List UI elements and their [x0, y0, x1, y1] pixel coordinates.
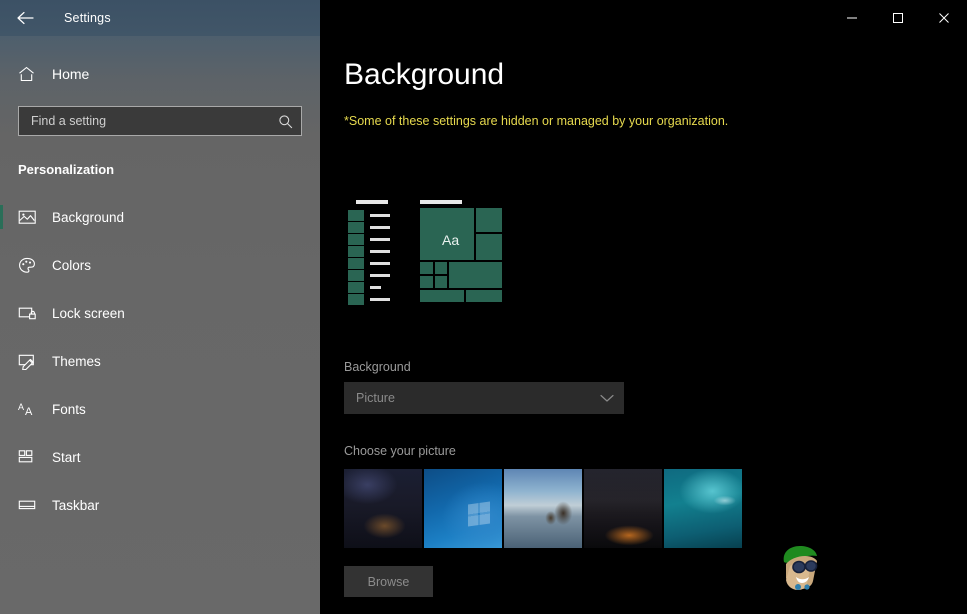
picture-thumbnail-windows-blue[interactable] [424, 469, 502, 548]
page-title: Background [344, 58, 505, 91]
sidebar-item-themes[interactable]: Themes [0, 337, 320, 385]
sidebar-nav-list: Background Colors Lock screen Themes A A… [0, 193, 320, 529]
preview-line [370, 262, 390, 265]
maximize-button[interactable] [875, 0, 921, 36]
picture-thumbnail-list [344, 469, 967, 548]
background-type-dropdown[interactable]: Picture [344, 382, 624, 414]
maximize-icon [893, 13, 903, 23]
palette-icon [18, 257, 44, 274]
picture-thumbnail-underwater-blue[interactable] [664, 469, 742, 548]
appuals-mascot-watermark [774, 542, 830, 592]
preview-start-menu [348, 194, 390, 305]
svg-text:A: A [25, 406, 33, 418]
background-field-label: Background [344, 360, 411, 374]
search-input[interactable] [31, 114, 278, 128]
preview-tile [420, 276, 433, 288]
settings-window: Settings Home Find a setting Personaliza… [0, 0, 967, 614]
preview-tile [348, 282, 364, 293]
main-content: Background *Some of these settings are h… [320, 36, 967, 614]
sidebar-home-label: Home [52, 66, 90, 82]
search-box[interactable] [18, 106, 302, 136]
preview-window-titlebar [420, 200, 462, 204]
close-button[interactable] [921, 0, 967, 36]
title-bar: Settings [0, 0, 967, 36]
lock-screen-icon [18, 305, 44, 321]
preview-tile [466, 290, 502, 302]
preview-tile-wide [449, 262, 502, 288]
preview-tile [476, 234, 502, 260]
title-bar-left: Settings [0, 0, 320, 36]
preview-window: Aa [420, 194, 520, 306]
sidebar-item-label: Start [52, 449, 81, 465]
preview-title-bar [356, 200, 388, 204]
back-button[interactable] [2, 2, 48, 34]
sidebar-item-lock-screen[interactable]: Lock screen [0, 289, 320, 337]
preview-tile [348, 258, 364, 269]
minimize-icon [847, 17, 857, 19]
preview-line [370, 286, 381, 289]
preview-line [370, 238, 390, 241]
preview-tile [435, 262, 447, 274]
picture-thumbnail-beach-sea-stack[interactable] [504, 469, 582, 548]
preview-tile [348, 246, 364, 257]
sidebar: Home Personalization [0, 0, 320, 614]
chevron-down-icon [600, 394, 614, 403]
sidebar-item-taskbar[interactable]: Taskbar [0, 481, 320, 529]
preview-tile [420, 262, 433, 274]
browse-button[interactable]: Browse [344, 566, 433, 597]
sidebar-item-fonts[interactable]: A A Fonts [0, 385, 320, 433]
sidebar-item-colors[interactable]: Colors [0, 241, 320, 289]
preview-line [370, 298, 390, 301]
preview-tile [420, 290, 464, 302]
sidebar-item-home[interactable]: Home [0, 52, 320, 96]
svg-text:A: A [18, 402, 24, 412]
preview-tile [348, 270, 364, 281]
start-icon [18, 449, 44, 465]
preview-tile [348, 294, 364, 305]
sidebar-item-label: Background [52, 209, 125, 225]
taskbar-icon [18, 498, 44, 512]
preview-tile [476, 208, 502, 232]
preview-line [370, 274, 390, 277]
preview-line [370, 214, 390, 217]
organization-notice: *Some of these settings are hidden or ma… [344, 114, 729, 128]
sidebar-item-label: Lock screen [52, 305, 125, 321]
theme-preview: Aa [344, 194, 644, 312]
preview-tile [348, 210, 364, 221]
picture-thumbnail-night-cave[interactable] [344, 469, 422, 548]
preview-tile [348, 234, 364, 245]
search-icon [278, 114, 293, 129]
preview-tile [435, 276, 447, 288]
sidebar-item-label: Colors [52, 257, 92, 273]
title-bar-right [320, 0, 967, 36]
preview-line [370, 226, 390, 229]
sidebar-item-start[interactable]: Start [0, 433, 320, 481]
picture-thumbnail-milky-way-night[interactable] [584, 469, 662, 548]
home-icon [18, 66, 44, 82]
preview-line [370, 250, 390, 253]
fonts-icon: A A [18, 401, 44, 418]
close-icon [939, 13, 949, 23]
background-type-value: Picture [356, 391, 395, 405]
sidebar-item-background[interactable]: Background [0, 193, 320, 241]
sidebar-item-label: Taskbar [52, 497, 100, 513]
preview-tile [348, 222, 364, 233]
preview-sample-text: Aa [442, 232, 460, 248]
sidebar-item-label: Themes [52, 353, 101, 369]
image-icon [18, 209, 44, 225]
sidebar-item-label: Fonts [52, 401, 86, 417]
themes-icon [18, 353, 44, 370]
back-arrow-icon [16, 11, 34, 25]
sidebar-section-title: Personalization [18, 162, 115, 177]
selection-indicator [0, 205, 3, 229]
choose-picture-label: Choose your picture [344, 444, 456, 458]
app-title: Settings [64, 11, 111, 25]
minimize-button[interactable] [829, 0, 875, 36]
